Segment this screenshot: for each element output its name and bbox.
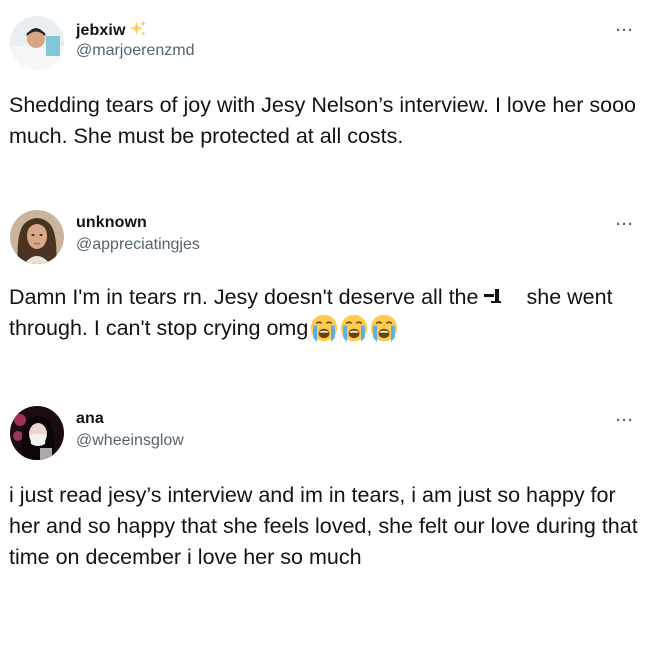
display-name-text: jebxiw [76,22,126,39]
tweet-text: i just read jesy’s interview and im in t… [9,483,638,569]
avatar[interactable] [10,210,64,264]
sparkles-icon [129,20,146,36]
tweet-text-part-1: Damn I'm in tears rn. Jesy doesn't deser… [9,285,479,309]
missing-glyph-icon [484,289,502,303]
tweet-text: Damn I'm in tears rn. Jesy doesn't deser… [9,282,637,344]
display-name[interactable]: jebxiw [76,20,147,40]
loudly-crying-face-icon [370,314,398,342]
tweet-text: Shedding tears of joy with Jesy Nelson’s… [9,93,637,148]
tweet-collage: jebxiw @marjoerenzmd ··· Shedding tears … [0,0,648,648]
loudly-crying-face-icon [310,314,338,342]
more-options-icon[interactable]: ··· [616,216,634,233]
user-handle[interactable]: @marjoerenzmd [76,42,195,60]
display-name[interactable]: unknown [76,214,147,232]
more-options-icon[interactable]: ··· [616,412,634,429]
loudly-crying-face-icon [340,314,368,342]
avatar[interactable] [10,16,64,70]
avatar-image [10,16,64,70]
more-options-icon[interactable]: ··· [616,22,634,39]
user-handle[interactable]: @appreciatingjes [76,236,200,254]
avatar[interactable] [10,406,64,460]
display-name[interactable]: ana [76,410,104,428]
user-handle[interactable]: @wheeinsglow [76,432,184,450]
avatar-image [10,210,64,264]
avatar-image [10,406,64,460]
